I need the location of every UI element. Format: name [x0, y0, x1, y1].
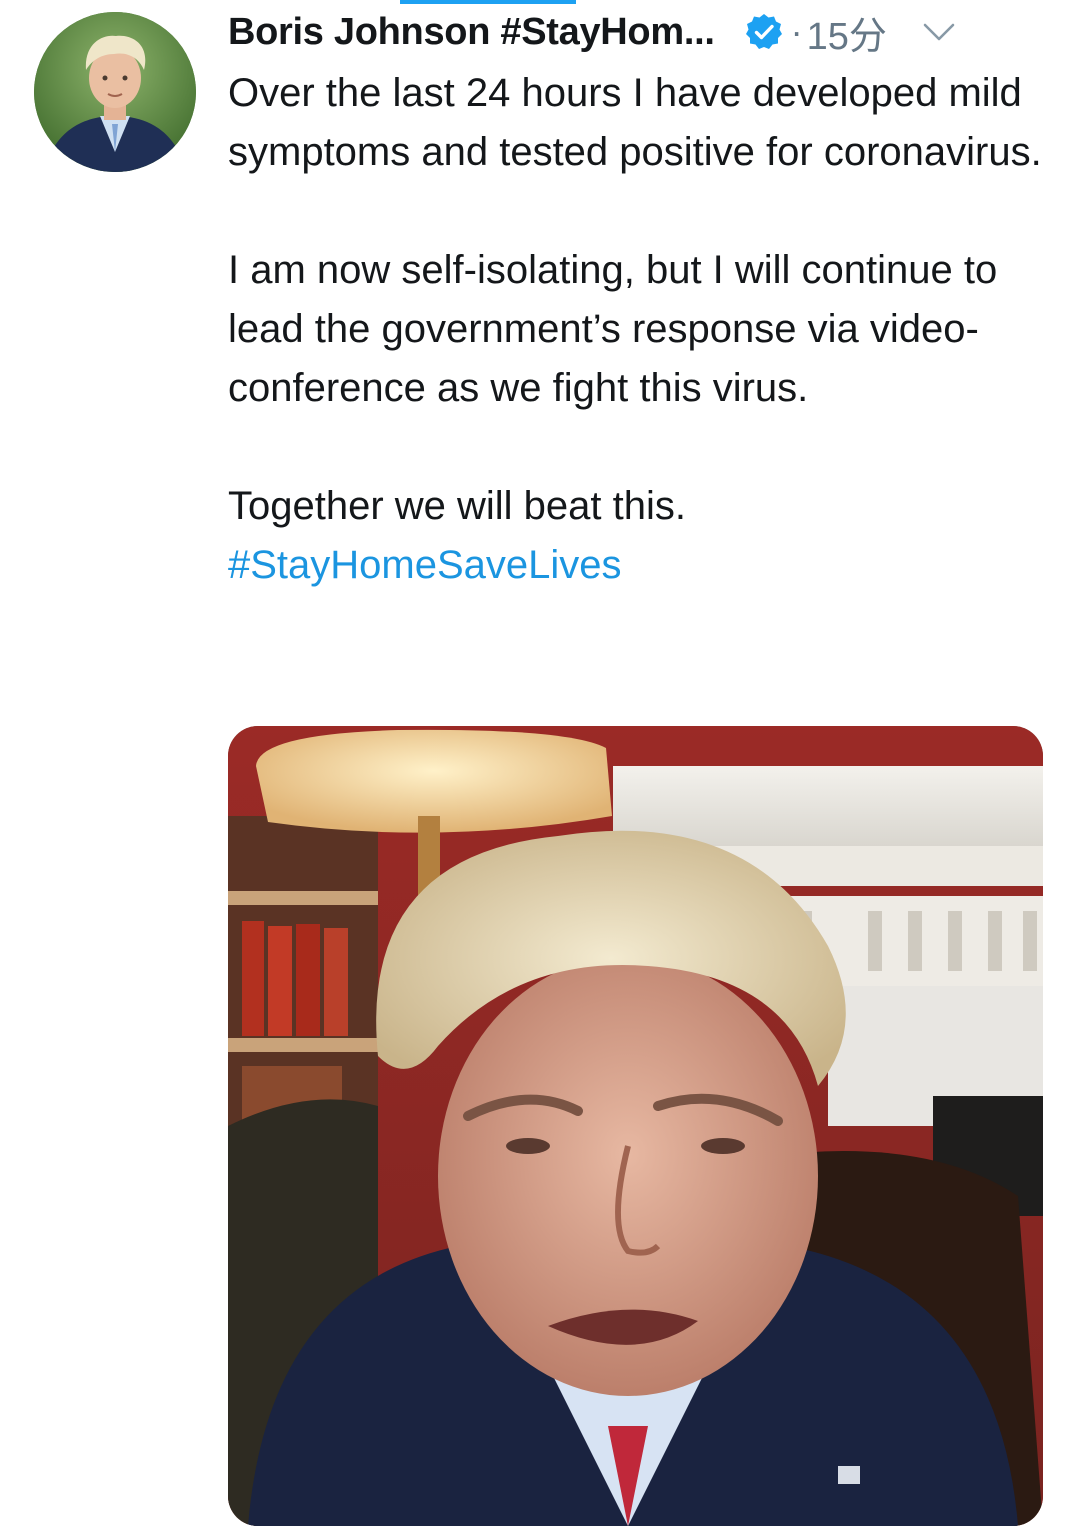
hashtag-link[interactable]: #StayHomeSaveLives [228, 536, 1048, 595]
tweet-video-thumbnail[interactable] [228, 726, 1043, 1526]
meta-separator: · [790, 11, 803, 52]
avatar-image [34, 12, 196, 172]
author-display-name[interactable]: Boris Johnson #StayHom... [228, 11, 715, 54]
profile-avatar[interactable] [34, 12, 196, 172]
tweet-header: Boris Johnson #StayHom... · 15分 [228, 6, 1048, 58]
tweet-timestamp[interactable]: 15分 [807, 5, 887, 60]
tweet-paragraph: Together we will beat this. [228, 484, 687, 528]
top-accent-bar [400, 0, 576, 4]
tweet-text: Over the last 24 hours I have developed … [228, 64, 1048, 595]
video-frame-image [228, 726, 1043, 1526]
tweet-paragraph: I am now self-isolating, but I will cont… [228, 248, 998, 410]
chevron-down-icon[interactable] [921, 20, 957, 44]
verified-badge-icon [745, 13, 783, 51]
tweet-paragraph: Over the last 24 hours I have developed … [228, 71, 1042, 174]
